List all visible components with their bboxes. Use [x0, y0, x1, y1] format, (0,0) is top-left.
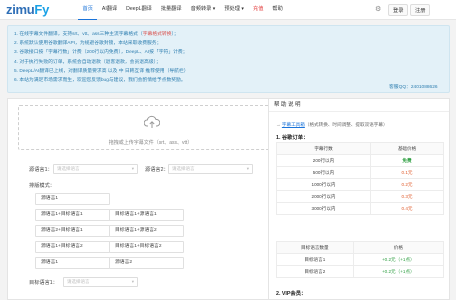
- table-cell: 0.2元: [370, 178, 444, 191]
- toolbox-link[interactable]: 字幕工具箱: [282, 122, 305, 127]
- vip-heading: 2. VIP会员：: [276, 291, 307, 297]
- layout-option[interactable]: 源语言1: [35, 193, 110, 205]
- table-header-row: 目标语言数量 价格: [276, 241, 445, 254]
- table-cell: 目标语言1: [276, 253, 354, 266]
- google-order-heading: 1. 谷歌订单：: [276, 135, 309, 141]
- layout-option[interactable]: 源语言2: [109, 257, 184, 269]
- source2-placeholder: 请选择语言: [172, 166, 195, 171]
- nav-batch-translate[interactable]: 批量翻译: [156, 0, 186, 20]
- gear-icon[interactable]: ⚙: [375, 6, 381, 13]
- table-cell: 0.4元: [370, 202, 444, 215]
- table-cell: +0.2元（+1点）: [352, 253, 445, 266]
- layout-option[interactable]: 源语言1+目标语言1: [35, 209, 110, 221]
- notice-line-6: 6. 本站为满足市场需求而生，欢迎您反馈bug与建议，我们会酌情给予点数奖励。: [14, 78, 186, 84]
- login-button[interactable]: 登录: [388, 4, 409, 16]
- table-header-row: 字幕行数 基础价格: [275, 142, 444, 155]
- source1-label: 源语言1：: [29, 167, 53, 173]
- nav-deepl-translate[interactable]: DeepL翻译: [122, 0, 157, 20]
- table-row: 200行以内 免费: [275, 154, 444, 167]
- layout-option[interactable]: 源语言1: [35, 257, 110, 269]
- layout-label: 排版模式：: [29, 183, 55, 189]
- toolbox-desc: （格式转换、时间调整、提取双语字幕）: [304, 122, 388, 127]
- logo[interactable]: zimuFy: [6, 2, 49, 17]
- register-button[interactable]: 注册: [410, 4, 431, 16]
- layout-option[interactable]: 源语言1+目标语言2: [35, 241, 110, 253]
- nav-audio-transcribe[interactable]: 音频转录 ▾: [186, 0, 220, 20]
- format-convert-link[interactable]: 字幕格式转换: [143, 32, 172, 37]
- nav-recharge[interactable]: 充值: [249, 0, 268, 20]
- source2-label: 源语言2：: [145, 167, 169, 173]
- layout-option[interactable]: 目标语言1+源语言2: [109, 225, 184, 237]
- layout-option[interactable]: 目标语言1+源语言1: [109, 209, 184, 221]
- translate-panel: 拖拽或上传字幕文件（srt、ass、vtt） 源语言1： 请选择语言 ▾ 源语言2…: [7, 98, 294, 300]
- chevron-down-icon: ▾: [246, 166, 249, 171]
- table-cell: 500行以内: [275, 166, 372, 179]
- notice-line-4: 4. 对于执行失败的订单，系统会自动退款（退客退款，会员退高级）；: [14, 59, 161, 65]
- source1-placeholder: 请选择语言: [57, 166, 80, 171]
- table-cell: 200行以内: [275, 154, 372, 167]
- table-cell: 1000行以内: [275, 178, 372, 191]
- google-price-table: 字幕行数 基础价格 200行以内 免费 500行以内 0.1元 1000行以内 …: [275, 142, 444, 215]
- upload-hint: 拖拽或上传字幕文件（srt、ass、vtt）: [108, 140, 193, 146]
- table-row: 目标语言2 +0.2元（+1点）: [276, 265, 445, 278]
- help-panel: 帮助说明 → 字幕工具箱（格式转换、时间调整、提取双语字幕） 1. 谷歌订单： …: [268, 98, 450, 300]
- layout-option[interactable]: 目标语言1+目标语言2: [109, 241, 184, 253]
- table-cell: 免费: [370, 154, 444, 167]
- notice-line-1: 1. 在线字幕文件翻译，支持srt、vtt、ass三种主流字幕格式（字幕格式转换…: [14, 32, 179, 37]
- source1-select[interactable]: 请选择语言 ▾: [53, 164, 138, 174]
- table-row: 1000行以内 0.2元: [275, 178, 444, 191]
- table-row: 500行以内 0.1元: [275, 166, 444, 179]
- top-nav-bar: zimuFy 首页 AI翻译 DeepL翻译 批量翻译 音频转录 ▾ 预处理 ▾…: [0, 0, 456, 20]
- upload-dropzone[interactable]: 拖拽或上传字幕文件（srt、ass、vtt）: [18, 105, 283, 150]
- table-cell: 0.1元: [370, 166, 444, 179]
- table-row: 目标语言1 +0.2元（+1点）: [276, 253, 445, 266]
- table-row: 2000行以内 0.3元: [275, 190, 444, 203]
- chevron-down-icon: ▾: [131, 279, 134, 284]
- help-title: 帮助说明: [269, 99, 449, 112]
- column-header: 目标语言数量: [276, 241, 354, 254]
- notice-panel: 1. 在线字幕文件翻译，支持srt、vtt、ass三种主流字幕格式（字幕格式转换…: [7, 25, 450, 93]
- table-row: 3000行以内 0.4元: [275, 202, 444, 215]
- table-cell: 2000行以内: [275, 190, 372, 203]
- table-cell: 目标语言2: [276, 265, 354, 278]
- chevron-down-icon: ▾: [131, 166, 134, 171]
- cloud-upload-icon: [144, 115, 160, 128]
- nav-preprocess[interactable]: 预处理 ▾: [220, 0, 249, 20]
- table-cell: +0.2元（+1点）: [352, 265, 445, 278]
- column-header: 字幕行数: [275, 142, 372, 155]
- table-cell: 0.3元: [370, 190, 444, 203]
- notice-line-2: 2. 系统默认使用谷歌翻译API，为规避谷歌封锁，本站采取收费服务；: [14, 41, 162, 47]
- nav-help[interactable]: 帮助: [268, 0, 287, 20]
- nav-home[interactable]: 首页: [78, 0, 98, 20]
- layout-option[interactable]: 源语言2+目标语言1: [35, 225, 110, 237]
- logo-accent: Fy: [34, 2, 49, 17]
- target-language-price-table: 目标语言数量 价格 目标语言1 +0.2元（+1点） 目标语言2 +0.2元（+…: [276, 241, 445, 278]
- table-cell: 3000行以内: [275, 202, 372, 215]
- source2-select[interactable]: 请选择语言 ▾: [168, 164, 253, 174]
- target1-placeholder: 请选择语言: [67, 279, 90, 284]
- contact-qq: 客服QQ：2401088626: [389, 85, 438, 90]
- notice-line-5: 5. DeepL/AI翻译已上线，对翻译质量要求高 以及 中 日韩互译 推荐使用…: [14, 68, 189, 74]
- toolbox-line: → 字幕工具箱（格式转换、时间调整、提取双语字幕）: [276, 122, 388, 127]
- target1-select[interactable]: 请选择语言 ▾: [63, 277, 138, 287]
- logo-main: zimu: [6, 2, 35, 17]
- nav-ai-translate[interactable]: AI翻译: [97, 0, 121, 20]
- notice-line-3: 3. 谷歌接口按「字幕行数」计费（200行以内免费），DeepL、AI按「字符」…: [14, 50, 188, 56]
- column-header: 价格: [352, 241, 445, 254]
- column-header: 基础价格: [370, 142, 444, 155]
- target1-label: 目标语言1：: [29, 280, 58, 286]
- main-nav: 首页 AI翻译 DeepL翻译 批量翻译 音频转录 ▾ 预处理 ▾ 充值 帮助: [78, 0, 287, 20]
